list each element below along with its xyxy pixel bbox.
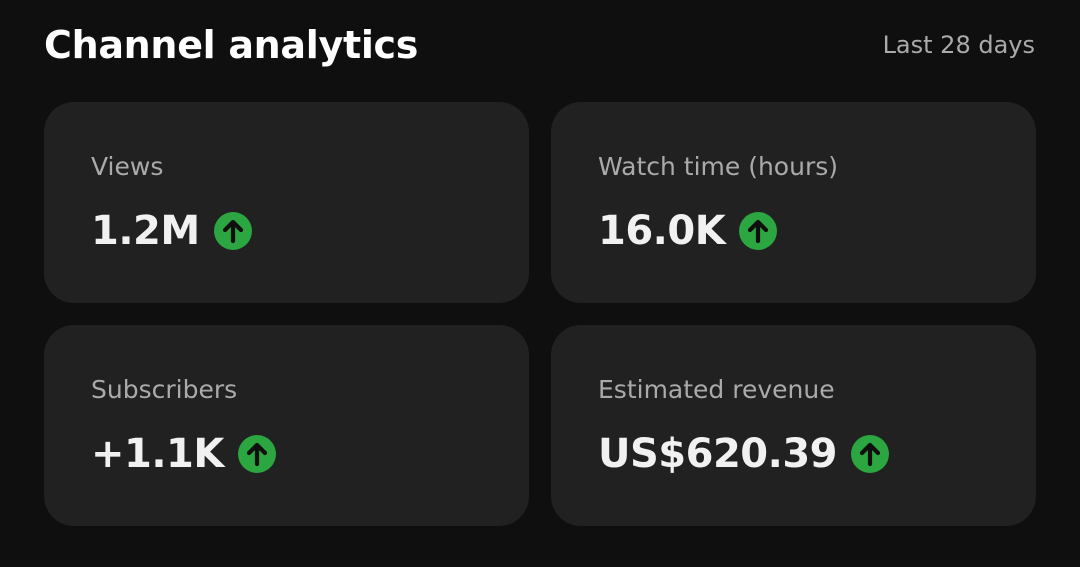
channel-analytics-panel: Channel analytics Last 28 days Views 1.2… bbox=[0, 0, 1080, 567]
header: Channel analytics Last 28 days bbox=[44, 16, 1035, 74]
metric-card-views[interactable]: Views 1.2M bbox=[44, 102, 529, 303]
metric-value: +1.1K bbox=[91, 431, 224, 477]
metric-value-row: 16.0K bbox=[598, 204, 778, 258]
page-title: Channel analytics bbox=[44, 23, 419, 67]
metric-card-subscribers[interactable]: Subscribers +1.1K bbox=[44, 325, 529, 526]
metric-label: Subscribers bbox=[91, 375, 238, 404]
metric-card-estimated-revenue[interactable]: Estimated revenue US$620.39 bbox=[551, 325, 1036, 526]
metric-value: 16.0K bbox=[598, 208, 726, 254]
metric-card-watch-time[interactable]: Watch time (hours) 16.0K bbox=[551, 102, 1036, 303]
arrow-up-circle-icon bbox=[850, 435, 889, 473]
metric-value-row: +1.1K bbox=[91, 427, 276, 481]
metric-label: Estimated revenue bbox=[598, 375, 835, 404]
metric-value-row: 1.2M bbox=[91, 204, 252, 258]
date-range-label[interactable]: Last 28 days bbox=[883, 31, 1035, 59]
arrow-up-circle-icon bbox=[213, 212, 252, 250]
metric-value: 1.2M bbox=[91, 208, 200, 254]
metric-value: US$620.39 bbox=[598, 431, 837, 477]
arrow-up-circle-icon bbox=[237, 435, 276, 473]
metric-label: Watch time (hours) bbox=[598, 152, 839, 181]
metric-value-row: US$620.39 bbox=[598, 427, 889, 481]
arrow-up-circle-icon bbox=[739, 212, 778, 250]
metric-label: Views bbox=[91, 152, 164, 181]
